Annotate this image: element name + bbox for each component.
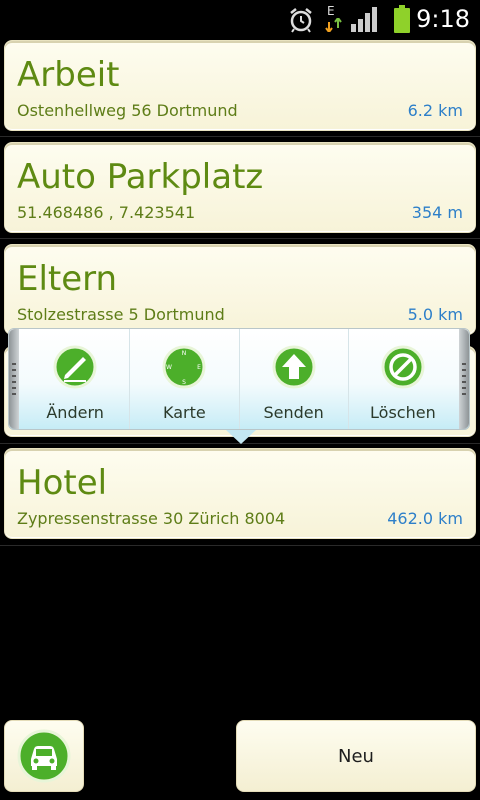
compass-east-label: E bbox=[197, 364, 201, 371]
location-item-hotel[interactable]: Hotel Zypressenstrasse 30 Zürich 8004 46… bbox=[4, 448, 476, 539]
data-network-label: E bbox=[327, 4, 335, 18]
car-icon bbox=[17, 729, 71, 783]
location-name: Hotel bbox=[17, 463, 108, 503]
location-name: Auto Parkplatz bbox=[17, 157, 264, 197]
popup-right-edge bbox=[459, 329, 469, 429]
compass-south-label: S bbox=[182, 379, 186, 386]
location-distance: 354 m bbox=[411, 203, 463, 222]
list-divider bbox=[0, 136, 480, 137]
location-name: Eltern bbox=[17, 259, 118, 299]
status-clock: 9:18 bbox=[416, 5, 470, 33]
action-map-label: Karte bbox=[163, 403, 206, 422]
send-arrow-icon bbox=[272, 345, 316, 389]
status-bar: E 9:18 bbox=[0, 0, 480, 38]
list-divider bbox=[0, 545, 480, 546]
popup-left-edge bbox=[9, 329, 19, 429]
location-distance: 462.0 km bbox=[387, 509, 463, 528]
alarm-icon bbox=[290, 8, 312, 33]
new-button[interactable]: Neu bbox=[236, 720, 476, 792]
location-item-arbeit[interactable]: Arbeit Ostenhellweg 56 Dortmund 6.2 km bbox=[4, 40, 476, 131]
action-map-button[interactable]: N E S W Karte bbox=[129, 329, 238, 429]
location-distance: 5.0 km bbox=[407, 305, 463, 324]
action-edit-button[interactable]: Ändern bbox=[21, 329, 129, 429]
signal-icon bbox=[351, 7, 377, 32]
location-address: 51.468486 , 7.423541 bbox=[17, 203, 196, 222]
edit-icon bbox=[53, 345, 97, 389]
compass-north-label: N bbox=[182, 350, 187, 357]
location-address: Stolzestrasse 5 Dortmund bbox=[17, 305, 225, 324]
compass-west-label: W bbox=[166, 364, 172, 371]
battery-icon bbox=[394, 5, 410, 33]
data-edge-icon: E bbox=[324, 4, 344, 34]
location-distance: 6.2 km bbox=[407, 101, 463, 120]
compass-icon: N E S W bbox=[162, 345, 206, 389]
quick-action-popup: Ändern N E S W Karte Senden Löschen bbox=[8, 328, 470, 430]
delete-icon bbox=[381, 345, 425, 389]
action-edit-label: Ändern bbox=[46, 403, 104, 422]
action-delete-label: Löschen bbox=[370, 403, 436, 422]
list-divider bbox=[0, 238, 480, 239]
location-name: Arbeit bbox=[17, 55, 120, 95]
action-send-label: Senden bbox=[263, 403, 324, 422]
action-delete-button[interactable]: Löschen bbox=[347, 329, 457, 429]
location-address: Ostenhellweg 56 Dortmund bbox=[17, 101, 238, 120]
location-item-auto-parkplatz[interactable]: Auto Parkplatz 51.468486 , 7.423541 354 … bbox=[4, 142, 476, 233]
popup-pointer-arrow bbox=[226, 430, 256, 444]
location-address: Zypressenstrasse 30 Zürich 8004 bbox=[17, 509, 286, 528]
action-send-button[interactable]: Senden bbox=[238, 329, 348, 429]
location-item-eltern[interactable]: Eltern Stolzestrasse 5 Dortmund 5.0 km bbox=[4, 244, 476, 335]
car-button[interactable] bbox=[4, 720, 84, 792]
